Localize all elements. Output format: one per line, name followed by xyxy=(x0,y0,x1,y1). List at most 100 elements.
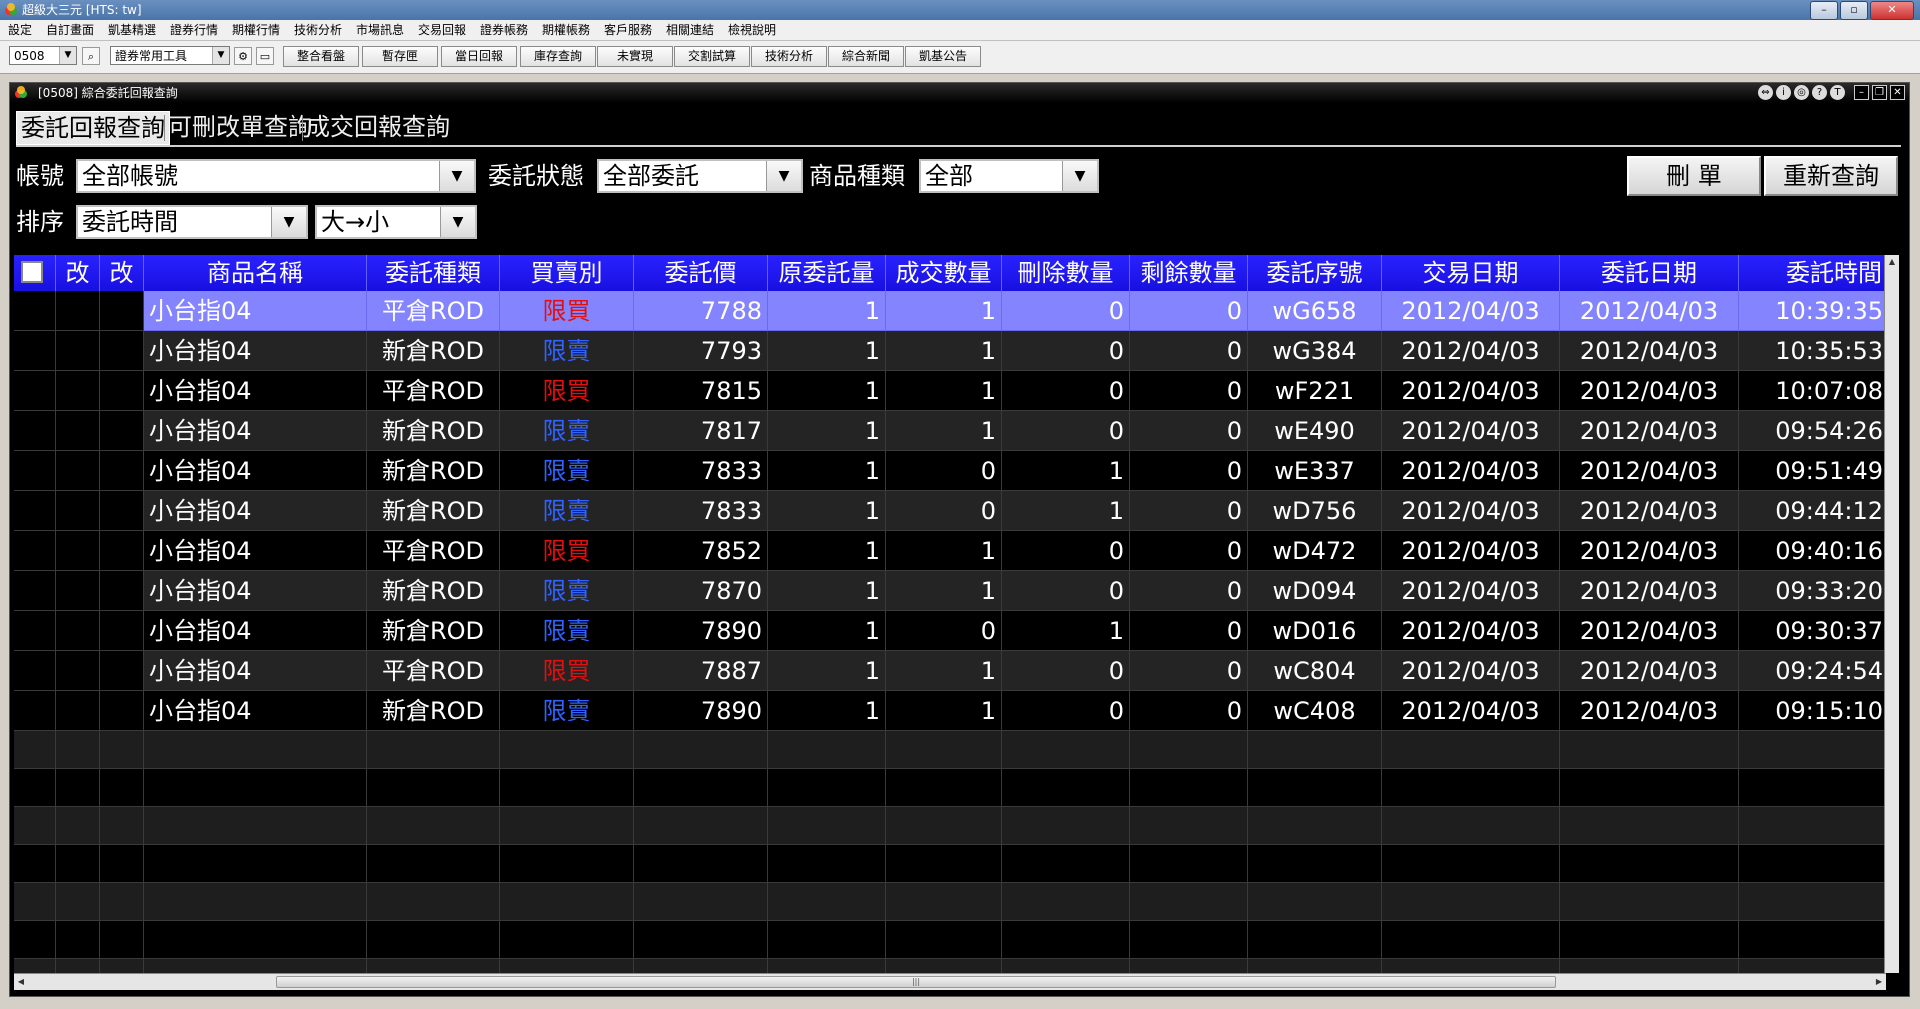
info-icon[interactable]: i xyxy=(1776,85,1791,100)
window-minimize-button[interactable]: – xyxy=(1854,85,1869,100)
row-action-cell[interactable] xyxy=(56,611,100,651)
menu-item[interactable]: 凱基精選 xyxy=(108,20,156,40)
row-action-cell[interactable] xyxy=(100,491,144,531)
row-action-cell[interactable] xyxy=(14,451,56,491)
settings-icon[interactable]: ◎ xyxy=(1794,85,1809,100)
row-action-cell[interactable] xyxy=(14,411,56,451)
status-select[interactable]: 全部委託 ▼ xyxy=(597,159,803,193)
row-action-cell[interactable] xyxy=(56,291,100,331)
column-header[interactable]: 委託時間 xyxy=(1739,255,1889,291)
select-all-header[interactable] xyxy=(14,255,56,291)
window-icon[interactable]: ▭ xyxy=(256,47,274,65)
menu-item[interactable]: 期權行情 xyxy=(232,20,280,40)
toolbar-button-unrealized[interactable]: 未實現 xyxy=(597,46,673,67)
column-header[interactable]: 委託種類 xyxy=(367,255,500,291)
column-header[interactable]: 買賣別 xyxy=(500,255,634,291)
column-header[interactable]: 委託序號 xyxy=(1248,255,1382,291)
row-action-cell[interactable] xyxy=(56,531,100,571)
row-action-cell[interactable] xyxy=(14,611,56,651)
column-header[interactable]: 原委託量 xyxy=(768,255,886,291)
row-action-cell[interactable] xyxy=(56,331,100,371)
function-code-combo[interactable]: 0508 ▼ xyxy=(9,46,77,65)
table-row[interactable]: 小台指04 新倉ROD 限賣 7870 1 1 0 0 wD094 2012/04/03 2012/… xyxy=(14,571,1889,611)
menu-item[interactable]: 相關連結 xyxy=(666,20,714,40)
horizontal-scroll-thumb[interactable]: ||| xyxy=(276,976,1556,988)
row-action-cell[interactable] xyxy=(100,531,144,571)
row-action-cell[interactable] xyxy=(14,371,56,411)
column-header[interactable]: 剩餘數量 xyxy=(1130,255,1248,291)
row-action-cell[interactable] xyxy=(100,371,144,411)
row-action-cell[interactable] xyxy=(100,331,144,371)
row-action-cell[interactable] xyxy=(56,491,100,531)
table-row[interactable]: 小台指04 新倉ROD 限賣 7793 1 1 0 0 wG384 2012/04/03 2012/… xyxy=(14,331,1889,371)
row-action-cell[interactable] xyxy=(56,691,100,731)
requery-button[interactable]: 重新查詢 xyxy=(1764,156,1898,196)
menu-item[interactable]: 市場訊息 xyxy=(356,20,404,40)
row-action-cell[interactable] xyxy=(14,331,56,371)
row-action-cell[interactable] xyxy=(14,491,56,531)
table-row[interactable]: 小台指04 新倉ROD 限賣 7890 1 0 1 0 wD016 2012/04/03 2012/… xyxy=(14,611,1889,651)
scroll-left-icon[interactable]: ◀ xyxy=(14,974,28,990)
help-icon[interactable]: ? xyxy=(1812,85,1827,100)
menu-item[interactable]: 證券行情 xyxy=(170,20,218,40)
table-row[interactable]: 小台指04 新倉ROD 限賣 7817 1 1 0 0 wE490 2012/04/03 2012/… xyxy=(14,411,1889,451)
table-row[interactable]: 小台指04 平倉ROD 限買 7815 1 1 0 0 wF221 2012/04/03 2012/… xyxy=(14,371,1889,411)
column-header[interactable]: 成交數量 xyxy=(886,255,1002,291)
toolbar-button-inventory[interactable]: 庫存查詢 xyxy=(520,46,596,67)
gear-icon[interactable]: ⚙ xyxy=(234,47,252,65)
row-action-cell[interactable] xyxy=(100,571,144,611)
window-restore-button[interactable]: ❐ xyxy=(1872,85,1887,100)
scroll-right-icon[interactable]: ▶ xyxy=(1872,974,1886,990)
table-row[interactable]: 小台指04 新倉ROD 限賣 7833 1 0 1 0 wE337 2012/04/03 2012/… xyxy=(14,451,1889,491)
toolset-combo[interactable]: 證券常用工具 ▼ xyxy=(110,46,230,65)
toolbar-button-clipboard[interactable]: 暫存匣 xyxy=(362,46,438,67)
row-action-cell[interactable] xyxy=(56,651,100,691)
link-icon[interactable]: ⇔ xyxy=(1758,85,1773,100)
menu-item[interactable]: 客戶服務 xyxy=(604,20,652,40)
column-header[interactable]: 商品名稱 xyxy=(144,255,367,291)
column-header[interactable]: 刪除數量 xyxy=(1002,255,1130,291)
menu-item[interactable]: 證券帳務 xyxy=(480,20,528,40)
column-header[interactable]: 委託日期 xyxy=(1560,255,1739,291)
maximize-button[interactable]: ▫ xyxy=(1840,1,1868,20)
magnifier-icon[interactable]: ⌕ xyxy=(82,47,100,65)
row-action-cell[interactable] xyxy=(14,291,56,331)
table-row[interactable]: 小台指04 平倉ROD 限買 7887 1 1 0 0 wC804 2012/04/03 2012/… xyxy=(14,651,1889,691)
toolbar-button-integrated-board[interactable]: 整合看盤 xyxy=(283,46,359,67)
row-action-cell[interactable] xyxy=(100,611,144,651)
menu-item[interactable]: 技術分析 xyxy=(294,20,342,40)
menu-item[interactable]: 期權帳務 xyxy=(542,20,590,40)
horizontal-scrollbar[interactable]: ◀ ||| ▶ xyxy=(14,973,1886,990)
select-all-checkbox[interactable] xyxy=(21,261,43,283)
account-select[interactable]: 全部帳號 ▼ xyxy=(76,159,476,193)
row-action-cell[interactable] xyxy=(100,411,144,451)
row-action-cell[interactable] xyxy=(56,371,100,411)
menu-item[interactable]: 設定 xyxy=(8,20,32,40)
row-action-cell[interactable] xyxy=(56,451,100,491)
row-action-cell[interactable] xyxy=(100,651,144,691)
toolbar-button-technical[interactable]: 技術分析 xyxy=(751,46,827,67)
menu-item[interactable]: 自訂畫面 xyxy=(46,20,94,40)
row-action-cell[interactable] xyxy=(14,531,56,571)
row-action-cell[interactable] xyxy=(56,411,100,451)
tab-order-report[interactable]: 委託回報查詢 xyxy=(16,111,170,145)
scroll-up-icon[interactable]: ▲ xyxy=(1885,255,1899,269)
vertical-scrollbar[interactable]: ▲ xyxy=(1884,255,1899,973)
topmost-icon[interactable]: T xyxy=(1830,85,1845,100)
delete-order-button[interactable]: 刪 單 xyxy=(1627,156,1761,196)
row-action-cell[interactable] xyxy=(14,651,56,691)
row-action-cell[interactable] xyxy=(100,451,144,491)
table-row[interactable]: 小台指04 平倉ROD 限買 7852 1 1 0 0 wD472 2012/04/03 2012/… xyxy=(14,531,1889,571)
sort-order-select[interactable]: 大→小 ▼ xyxy=(315,205,477,239)
toolbar-button-settlement[interactable]: 交割試算 xyxy=(674,46,750,67)
table-row[interactable]: 小台指04 新倉ROD 限賣 7890 1 1 0 0 wC408 2012/04/03 2012/… xyxy=(14,691,1889,731)
row-action-cell[interactable] xyxy=(14,691,56,731)
menu-item[interactable]: 檢視說明 xyxy=(728,20,776,40)
close-button[interactable]: ✕ xyxy=(1870,1,1914,20)
table-row[interactable]: 小台指04 平倉ROD 限買 7788 1 1 0 0 wG658 2012/04/03 2012/… xyxy=(14,291,1889,331)
product-select[interactable]: 全部 ▼ xyxy=(919,159,1099,193)
toolbar-button-news[interactable]: 綜合新聞 xyxy=(828,46,904,67)
column-header[interactable]: 交易日期 xyxy=(1382,255,1560,291)
window-close-button[interactable]: ✕ xyxy=(1890,85,1905,100)
row-action-cell[interactable] xyxy=(100,691,144,731)
